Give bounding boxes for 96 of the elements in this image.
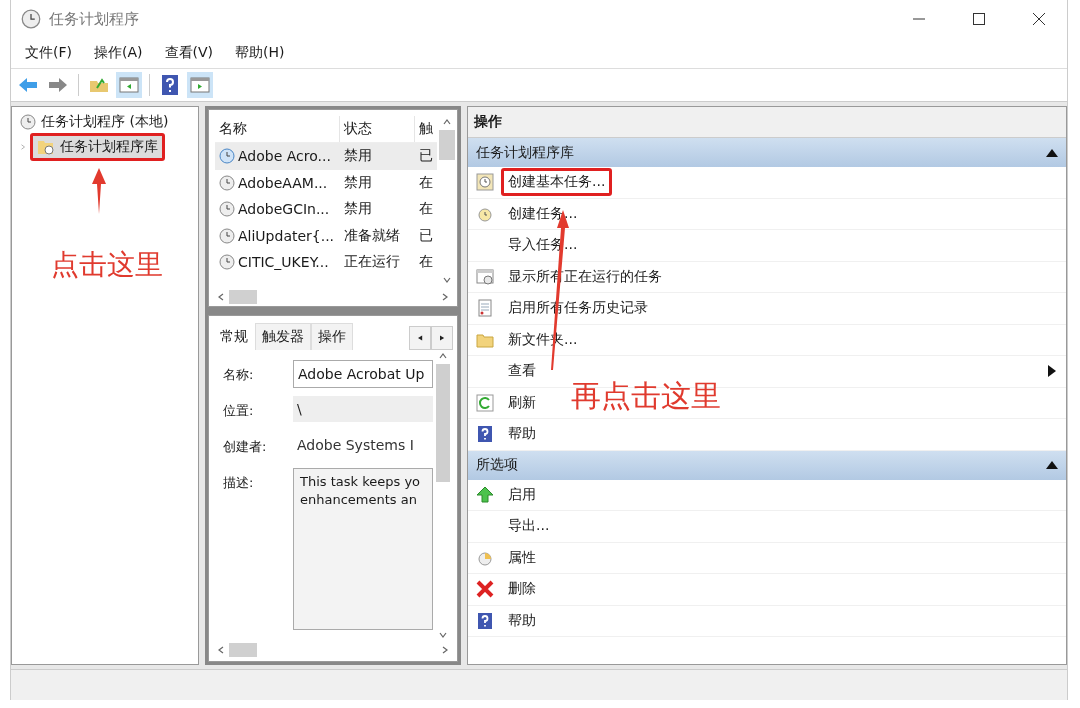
field-label: 名称: [223, 366, 255, 384]
scrollbar-thumb[interactable] [436, 364, 450, 482]
scrollbar-thumb[interactable] [229, 290, 257, 304]
task-name: Adobe Acro... [238, 148, 331, 165]
tree-item[interactable]: 任务计划程序 (本地) [16, 111, 173, 133]
collapse-icon[interactable] [1046, 461, 1058, 469]
menu-item[interactable]: 操作(A) [94, 44, 143, 62]
author-value: Adobe Systems I [296, 436, 415, 455]
pane-icon[interactable] [119, 77, 139, 93]
action-item[interactable]: 查看 [476, 362, 536, 381]
scrollbar-thumb[interactable] [229, 643, 257, 657]
collapse-icon[interactable] [1046, 148, 1058, 157]
toolbar-button[interactable] [116, 72, 142, 98]
action-item[interactable]: 创建任务... [476, 204, 578, 223]
window-clock-icon [476, 267, 494, 286]
task-row[interactable]: Adobe Acro... 禁用 已 [215, 143, 437, 170]
toolbar-button[interactable] [187, 72, 213, 98]
pane-icon[interactable] [190, 77, 210, 93]
menu-item[interactable]: 帮助(H) [235, 44, 285, 62]
clock-icon [219, 148, 235, 165]
forward-arrow-icon[interactable] [48, 77, 68, 93]
action-item[interactable]: 删除 [476, 580, 536, 599]
annotation-text: 再点击这里 [571, 377, 721, 415]
clock-icon [21, 9, 41, 29]
scroll-right-icon[interactable] [441, 646, 449, 654]
scrollbar-thumb[interactable] [439, 130, 455, 160]
task-row[interactable]: AdobeGCIn... 禁用 在 [215, 196, 437, 223]
log-icon [476, 299, 494, 318]
task-status: 禁用 [342, 200, 373, 219]
scroll-down-icon[interactable] [443, 276, 451, 284]
field-label: 创建者: [223, 438, 268, 456]
refresh-icon [476, 393, 494, 412]
help-icon [476, 425, 494, 444]
window-title: 任务计划程序 [49, 9, 139, 29]
tree-item[interactable]: 任务计划程序库 [30, 133, 165, 161]
tab[interactable]: 触发器 [255, 323, 311, 350]
column-header[interactable]: 名称 [215, 116, 340, 142]
description-field[interactable]: This task keeps yo enhancements an [293, 468, 433, 630]
menu-item[interactable]: 查看(V) [164, 44, 213, 62]
clock-icon [20, 114, 36, 130]
clock-icon [219, 254, 235, 271]
task-status: 禁用 [342, 147, 373, 166]
scroll-up-icon[interactable] [443, 118, 451, 126]
back-arrow-icon[interactable] [18, 77, 38, 93]
actions-pane-title: 操作 [468, 107, 1066, 138]
task-name: AdobeGCIn... [238, 201, 330, 218]
folder-clock-icon [37, 139, 55, 155]
column-header[interactable]: 状态 [339, 116, 416, 142]
column-header[interactable]: 触 [415, 116, 437, 142]
close-icon[interactable] [1033, 13, 1045, 25]
clock-icon [219, 227, 235, 244]
table-cell-text: 在 [418, 200, 435, 219]
task-status: 准备就绪 [342, 226, 401, 245]
up-arrow-icon [476, 485, 494, 504]
task-status: 禁用 [342, 173, 373, 192]
task-name: AliUpdater{... [238, 227, 335, 244]
table-cell-text: 在 [418, 253, 435, 272]
scroll-left-icon[interactable] [217, 293, 225, 301]
location-value: \ [293, 396, 433, 422]
scroll-down-icon[interactable] [439, 631, 447, 639]
scroll-right-icon[interactable] [441, 293, 449, 301]
name-field[interactable]: Adobe Acrobat Up [293, 360, 433, 388]
scroll-up-icon[interactable] [439, 352, 447, 360]
field-label: 描述: [223, 474, 255, 492]
task-row[interactable]: CITIC_UKEY... 正在运行 在 [215, 249, 437, 276]
clock-icon [219, 174, 235, 191]
tab[interactable]: 操作 [311, 323, 353, 350]
task-name: CITIC_UKEY... [238, 254, 329, 271]
table-cell-text: 已 [418, 147, 435, 166]
section-header[interactable]: 任务计划程序库 [468, 138, 1066, 167]
task-status: 正在运行 [342, 253, 401, 272]
section-header[interactable]: 所选项 [468, 450, 1066, 480]
action-item[interactable]: 刷新 [476, 393, 536, 412]
help-icon [476, 611, 494, 630]
task-row[interactable]: AliUpdater{... 准备就绪 已 [215, 222, 437, 249]
right-triangle-icon[interactable] [439, 335, 445, 341]
action-item[interactable]: 帮助 [476, 425, 536, 444]
table-cell-text: 已 [418, 226, 435, 245]
task-row[interactable]: AdobeAAM... 禁用 在 [215, 169, 437, 196]
action-item[interactable]: 启用 [476, 485, 536, 504]
maximize-icon[interactable] [973, 13, 985, 25]
menu-item[interactable]: 文件(F) [25, 44, 72, 62]
task-wizard-icon [476, 173, 494, 192]
clock-icon [219, 201, 235, 218]
delete-icon [476, 580, 494, 599]
action-item[interactable]: 帮助 [476, 611, 536, 630]
action-item[interactable]: 属性 [476, 548, 536, 567]
folder-up-icon[interactable] [89, 77, 109, 93]
expand-icon[interactable] [20, 143, 26, 151]
field-label: 位置: [223, 402, 255, 420]
left-triangle-icon[interactable] [417, 335, 423, 341]
annotation-text: 点击这里 [51, 247, 163, 283]
scroll-left-icon[interactable] [217, 646, 225, 654]
task-name: AdobeAAM... [238, 174, 328, 191]
table-cell-text: 在 [418, 173, 435, 192]
action-item[interactable]: 导出... [476, 517, 550, 536]
